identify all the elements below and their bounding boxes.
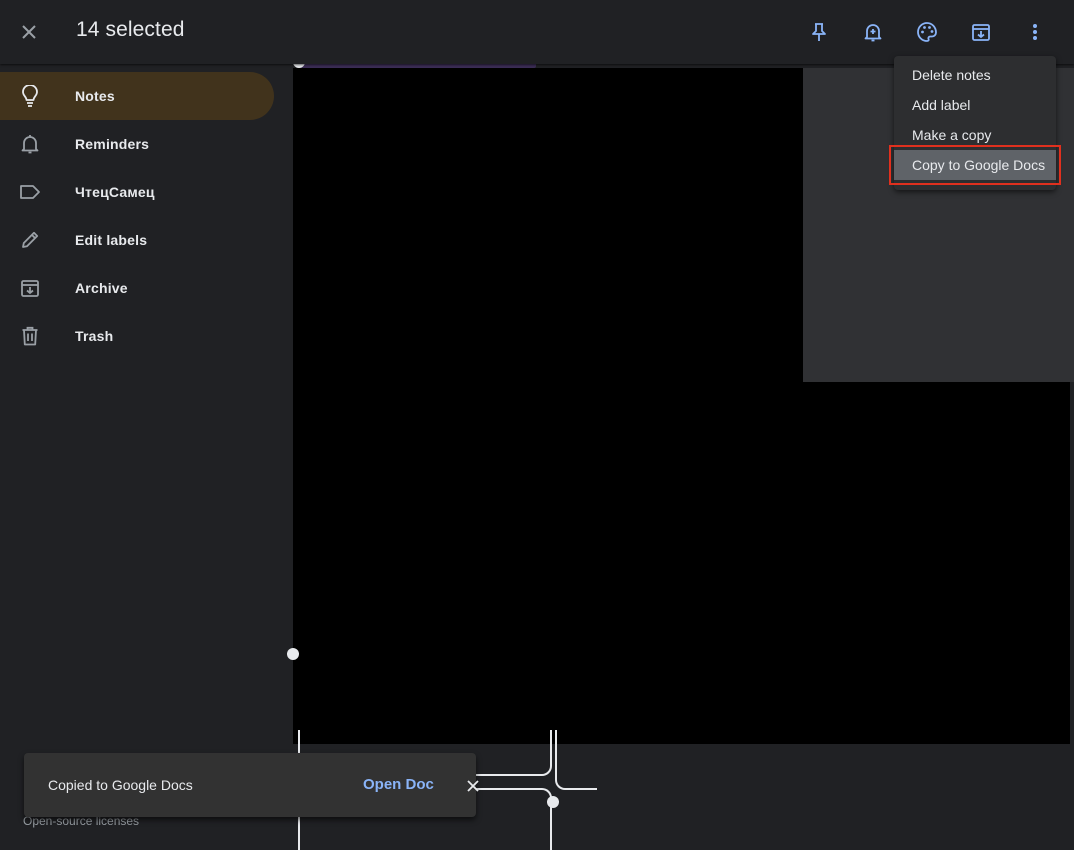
selection-toolbar: 14 selected bbox=[0, 0, 1074, 64]
bell-icon bbox=[18, 132, 42, 156]
sidebar-item-trash[interactable]: Trash bbox=[0, 312, 274, 360]
more-options-menu: Delete notes Add label Make a copy Copy … bbox=[889, 56, 1061, 190]
palette-icon bbox=[917, 22, 937, 42]
snackbar: Copied to Google Docs Open Doc bbox=[24, 753, 479, 817]
sidebar-item-label: Reminders bbox=[75, 136, 150, 152]
selected-count: 14 selected bbox=[76, 18, 185, 41]
menu-item-delete-notes[interactable]: Delete notes bbox=[894, 60, 1056, 90]
close-icon bbox=[22, 25, 36, 39]
archive-icon bbox=[18, 276, 42, 300]
snackbar-message: Copied to Google Docs bbox=[48, 777, 193, 793]
pin-button[interactable] bbox=[803, 16, 835, 48]
close-selection-button[interactable] bbox=[10, 13, 48, 51]
pin-icon bbox=[812, 23, 826, 41]
lightbulb-icon bbox=[18, 84, 42, 108]
label-icon bbox=[18, 180, 42, 204]
menu-item-add-label[interactable]: Add label bbox=[894, 90, 1056, 120]
sidebar-item-notes[interactable]: Notes bbox=[0, 72, 274, 120]
archive-icon bbox=[972, 24, 990, 41]
sidebar: Notes Reminders ЧтецСамец Edit labels Ar… bbox=[0, 64, 293, 838]
sidebar-item-label: Notes bbox=[75, 88, 115, 104]
note-card-fragment[interactable] bbox=[555, 730, 597, 790]
trash-icon bbox=[18, 324, 42, 348]
sidebar-item-label: Trash bbox=[75, 328, 114, 344]
notes-area-lower bbox=[803, 382, 1070, 744]
more-options-button[interactable] bbox=[1019, 16, 1051, 48]
close-icon bbox=[467, 780, 479, 792]
sidebar-item-label: Edit labels bbox=[75, 232, 148, 248]
sidebar-item-edit-labels[interactable]: Edit labels bbox=[0, 216, 274, 264]
pencil-icon bbox=[18, 228, 42, 252]
sidebar-item-label-chtecsamets[interactable]: ЧтецСамец bbox=[0, 168, 274, 216]
note-select-checkbox[interactable] bbox=[287, 648, 299, 660]
sidebar-item-label: Archive bbox=[75, 280, 128, 296]
sidebar-item-archive[interactable]: Archive bbox=[0, 264, 274, 312]
open-doc-button[interactable]: Open Doc bbox=[363, 776, 434, 793]
notes-area bbox=[293, 68, 803, 744]
note-select-checkbox[interactable] bbox=[547, 796, 559, 808]
remind-me-button[interactable] bbox=[857, 16, 889, 48]
sidebar-item-reminders[interactable]: Reminders bbox=[0, 120, 274, 168]
reminder-add-icon bbox=[864, 24, 882, 42]
snackbar-close-button[interactable] bbox=[460, 773, 486, 799]
more-vert-icon bbox=[1033, 24, 1037, 40]
menu-item-copy-to-google-docs[interactable]: Copy to Google Docs bbox=[889, 145, 1061, 185]
menu-item-make-copy[interactable]: Make a copy bbox=[894, 120, 1056, 150]
background-options-button[interactable] bbox=[911, 16, 943, 48]
sidebar-item-label: ЧтецСамец bbox=[75, 184, 155, 200]
archive-button[interactable] bbox=[965, 16, 997, 48]
